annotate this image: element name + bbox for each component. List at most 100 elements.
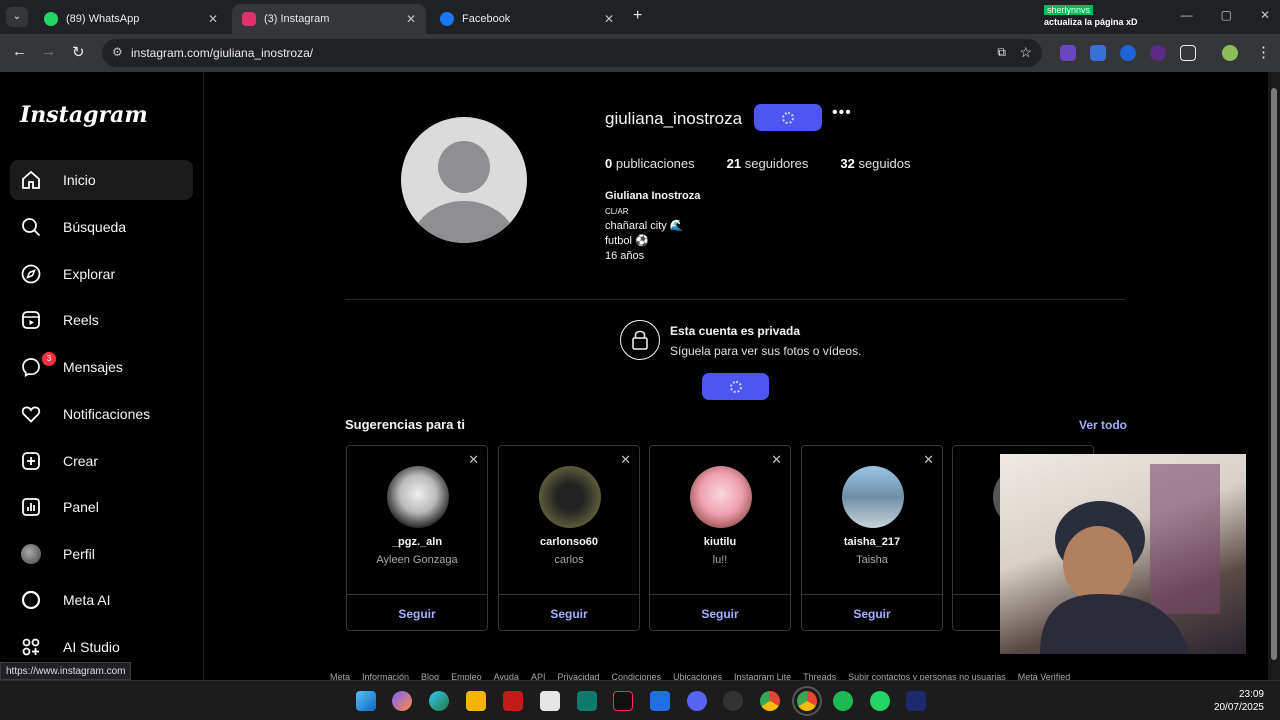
sidebar-item-crear[interactable]: Crear — [10, 441, 193, 481]
sidebar-item-perfil[interactable]: Perfil — [10, 534, 193, 574]
profile-avatar-icon[interactable] — [1222, 45, 1238, 61]
tab-search-button[interactable]: ⌄ — [6, 7, 28, 27]
message-count-badge: 3 — [42, 352, 56, 366]
whatsapp-taskbar-icon[interactable] — [870, 691, 890, 711]
dismiss-icon[interactable]: ✕ — [468, 452, 479, 468]
extension-icon[interactable] — [1120, 45, 1136, 61]
page-scrollbar[interactable] — [1268, 72, 1280, 680]
capcut-icon[interactable] — [577, 691, 597, 711]
new-tab-button[interactable]: + — [633, 7, 642, 25]
suggestion-username[interactable]: kiutilu — [650, 536, 790, 548]
close-window-icon[interactable]: ✕ — [1260, 8, 1270, 22]
sidebar-item-ai-studio[interactable]: AI Studio — [10, 627, 193, 667]
sidebar-item-notificaciones[interactable]: Notificaciones — [10, 394, 193, 434]
profile-avatar[interactable] — [401, 117, 527, 243]
bio-line: futbol ⚽ — [605, 235, 649, 247]
url-text[interactable]: instagram.com/giuliana_inostroza/ — [131, 46, 313, 60]
store-icon[interactable] — [540, 691, 560, 711]
follow-suggestion-button[interactable]: Seguir — [802, 607, 942, 621]
follow-suggestion-button[interactable]: Seguir — [499, 607, 639, 621]
omnibox[interactable]: ⚙ instagram.com/giuliana_inostroza/ ⧉ ☆ — [102, 39, 1042, 67]
app-icon[interactable] — [650, 691, 670, 711]
suggestion-name: carlos — [554, 554, 584, 566]
app-icon[interactable] — [906, 691, 926, 711]
tab-label: (3) Instagram — [264, 13, 330, 25]
mcafee-icon[interactable] — [503, 691, 523, 711]
tab-whatsapp[interactable]: (89) WhatsApp ✕ — [34, 4, 228, 34]
webcam-overlay — [1000, 454, 1246, 654]
facebook-icon — [440, 12, 454, 26]
stream-chat-message: actualiza la página xD — [1044, 17, 1138, 27]
minimize-icon[interactable]: — — [1181, 8, 1193, 22]
site-settings-icon[interactable]: ⚙ — [112, 45, 123, 59]
sidebar-item-label: Explorar — [63, 266, 116, 282]
tab-instagram[interactable]: (3) Instagram ✕ — [232, 4, 426, 34]
dismiss-icon[interactable]: ✕ — [923, 452, 934, 468]
sidebar-item-reels[interactable]: Reels — [10, 300, 193, 340]
section-divider — [345, 299, 1125, 300]
bookmark-star-icon[interactable]: ☆ — [1019, 44, 1032, 61]
sidebar-item-label: Perfil — [63, 546, 95, 562]
sidebar-item-busqueda[interactable]: Búsqueda — [10, 207, 193, 247]
forward-arrow-icon[interactable]: → — [41, 43, 56, 60]
suggestion-avatar[interactable] — [387, 466, 449, 528]
browser-menu-icon[interactable]: ⋮ — [1256, 43, 1271, 61]
install-app-icon[interactable]: ⧉ — [997, 45, 1006, 60]
maximize-icon[interactable]: ▢ — [1221, 8, 1232, 22]
following-stat[interactable]: 32 seguidos — [840, 156, 910, 171]
scrollbar-thumb[interactable] — [1271, 88, 1277, 660]
extension-icon[interactable] — [1090, 45, 1106, 61]
tab-facebook[interactable]: Facebook ✕ — [430, 4, 624, 34]
follow-suggestion-button[interactable]: Seguir — [347, 607, 487, 621]
suggestion-avatar[interactable] — [690, 466, 752, 528]
suggestion-username[interactable]: carlonso60 — [499, 536, 639, 548]
copilot-icon[interactable] — [392, 691, 412, 711]
sidebar-item-panel[interactable]: Panel — [10, 487, 193, 527]
chrome-icon[interactable] — [760, 691, 780, 711]
close-icon[interactable]: ✕ — [604, 12, 614, 26]
start-icon[interactable] — [356, 691, 376, 711]
dismiss-icon[interactable]: ✕ — [620, 452, 631, 468]
extensions-puzzle-icon[interactable] — [1180, 45, 1196, 61]
sidebar-item-mensajes[interactable]: 3 Mensajes — [10, 347, 193, 387]
follow-suggestion-button[interactable]: Seguir — [650, 607, 790, 621]
follow-button[interactable] — [754, 104, 822, 131]
suggestion-username[interactable]: taisha_217 — [802, 536, 942, 548]
close-icon[interactable]: ✕ — [406, 12, 416, 26]
discord-icon[interactable] — [687, 691, 707, 711]
loading-spinner-icon — [782, 111, 794, 124]
stream-chat-user: sherlynnvs — [1044, 5, 1094, 15]
chrome-active-icon[interactable] — [792, 686, 822, 716]
tiktok-icon[interactable] — [613, 691, 633, 711]
obs-icon[interactable] — [723, 691, 743, 711]
file-explorer-icon[interactable] — [466, 691, 486, 711]
reload-icon[interactable]: ↻ — [72, 43, 85, 61]
sidebar-item-meta-ai[interactable]: Meta AI — [10, 580, 193, 620]
see-all-link[interactable]: Ver todo — [1079, 418, 1127, 432]
compass-icon — [20, 263, 42, 285]
suggestion-avatar[interactable] — [842, 466, 904, 528]
close-icon[interactable]: ✕ — [208, 12, 218, 26]
address-bar-row: ← → ↻ ⚙ instagram.com/giuliana_inostroza… — [0, 34, 1280, 72]
back-arrow-icon[interactable]: ← — [12, 43, 27, 60]
sidebar-item-label: Crear — [63, 453, 99, 469]
sidebar-item-label: AI Studio — [63, 639, 120, 655]
sidebar-item-explorar[interactable]: Explorar — [10, 254, 193, 294]
edge-icon[interactable] — [429, 691, 449, 711]
sidebar-item-inicio[interactable]: Inicio — [10, 160, 193, 200]
profile-stats: 0 publicaciones 21 seguidores 32 seguido… — [605, 156, 910, 171]
sidebar-item-label: Notificaciones — [63, 406, 151, 422]
dismiss-icon[interactable]: ✕ — [771, 452, 782, 468]
extension-icon[interactable] — [1060, 45, 1076, 61]
extension-icon[interactable] — [1150, 45, 1166, 61]
more-options-icon[interactable]: ••• — [832, 104, 852, 122]
posts-stat: 0 publicaciones — [605, 156, 695, 171]
follow-button-secondary[interactable] — [702, 373, 769, 400]
instagram-logo[interactable]: Instagram — [20, 102, 148, 128]
suggestion-avatar[interactable] — [539, 466, 601, 528]
suggestion-username[interactable]: _pgz._aln — [347, 536, 487, 548]
followers-stat[interactable]: 21 seguidores — [727, 156, 809, 171]
profile-username: giuliana_inostroza — [605, 109, 743, 128]
spotify-icon[interactable] — [833, 691, 853, 711]
system-clock[interactable]: 23:09 20/07/2025 — [1214, 688, 1264, 714]
